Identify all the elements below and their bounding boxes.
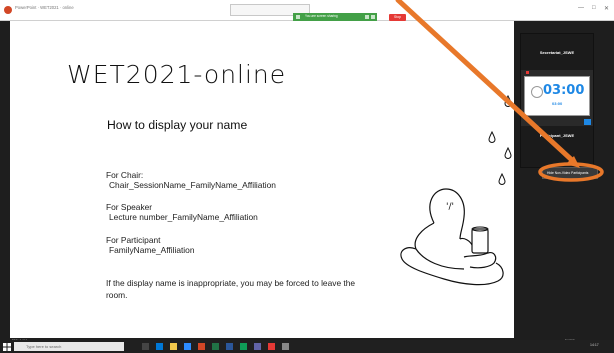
settings-app-icon[interactable] bbox=[282, 343, 289, 350]
teams-app-icon[interactable] bbox=[254, 343, 261, 350]
edge-icon[interactable] bbox=[156, 343, 163, 350]
taskbar: Type here to search 14:17 bbox=[0, 340, 614, 353]
powerpoint-app-icon[interactable] bbox=[198, 343, 205, 350]
taskbar-clock[interactable]: 14:17 bbox=[590, 343, 599, 347]
taskbar-search-placeholder: Type here to search bbox=[26, 344, 62, 349]
annotation-overlay bbox=[395, 0, 604, 182]
acrobat-app-icon[interactable] bbox=[268, 343, 275, 350]
chrome-app-icon[interactable] bbox=[240, 343, 247, 350]
zoom-app-icon[interactable] bbox=[184, 343, 191, 350]
annotation-highlight-ellipse bbox=[538, 162, 604, 182]
screen: PowerPoint · WET2021 · online — □ ✕ You … bbox=[0, 0, 614, 353]
word-app-icon[interactable] bbox=[226, 343, 233, 350]
taskbar-search-input[interactable]: Type here to search bbox=[14, 342, 124, 351]
excel-app-icon[interactable] bbox=[212, 343, 219, 350]
annotation-arrow bbox=[395, 0, 577, 165]
windows-start-icon[interactable] bbox=[3, 343, 11, 351]
file-explorer-icon[interactable] bbox=[170, 343, 177, 350]
task-view-icon[interactable] bbox=[142, 343, 149, 350]
